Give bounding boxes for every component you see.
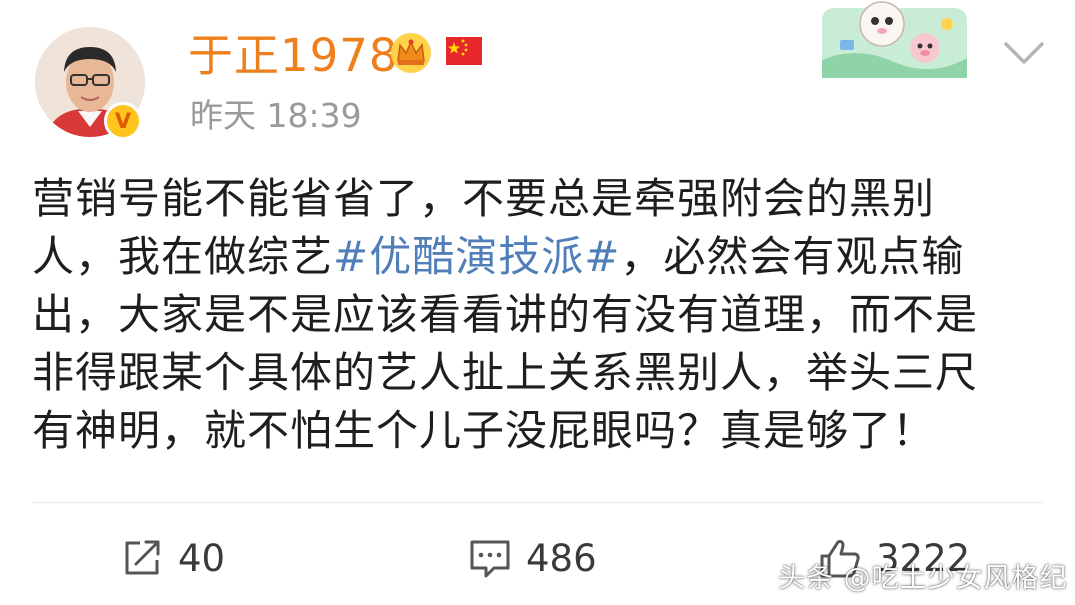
post-line-1: 营销号能不能省省了，不要总是牵强附会的黑别	[32, 174, 936, 223]
verified-badge: V	[104, 102, 142, 140]
comment-count: 486	[526, 536, 597, 580]
post-line-2: 人，我在做综艺#优酷演技派#，必然会有观点输	[32, 228, 1032, 286]
username[interactable]: 于正1978	[188, 30, 399, 82]
chevron-down-icon[interactable]	[1002, 38, 1046, 68]
post-timestamp: 昨天 18:39	[190, 96, 362, 135]
post-line-3: 出，大家是不是应该看看讲的有没有道理，而不是	[32, 290, 979, 339]
repost-icon	[125, 540, 160, 575]
comment-button[interactable]: 486	[468, 533, 597, 583]
post-line-4: 非得跟某个具体的艺人扯上关系黑别人，举头三尺	[32, 348, 979, 397]
source-watermark: 头条 @吃土少女风格纪	[778, 563, 1068, 594]
repost-count: 40	[178, 536, 226, 580]
china-flag-icon	[446, 37, 482, 65]
hashtag-link[interactable]: #优酷演技派#	[333, 232, 620, 281]
divider	[32, 502, 1043, 503]
repost-button[interactable]: 40	[120, 533, 225, 583]
post-line-5: 有神明，就不怕生个儿子没屁眼吗？真是够了！	[32, 406, 936, 455]
post-line-2-end: ，必然会有观点输	[620, 232, 965, 281]
comment-icon	[470, 540, 510, 578]
crown-icon	[391, 33, 431, 73]
post-line-2-start: 人，我在做综艺	[32, 232, 334, 281]
sticker-icon	[822, 1, 967, 78]
post-text: 营销号能不能省省了，不要总是牵强附会的黑别 人，我在做综艺#优酷演技派#，必然会…	[32, 170, 1032, 460]
